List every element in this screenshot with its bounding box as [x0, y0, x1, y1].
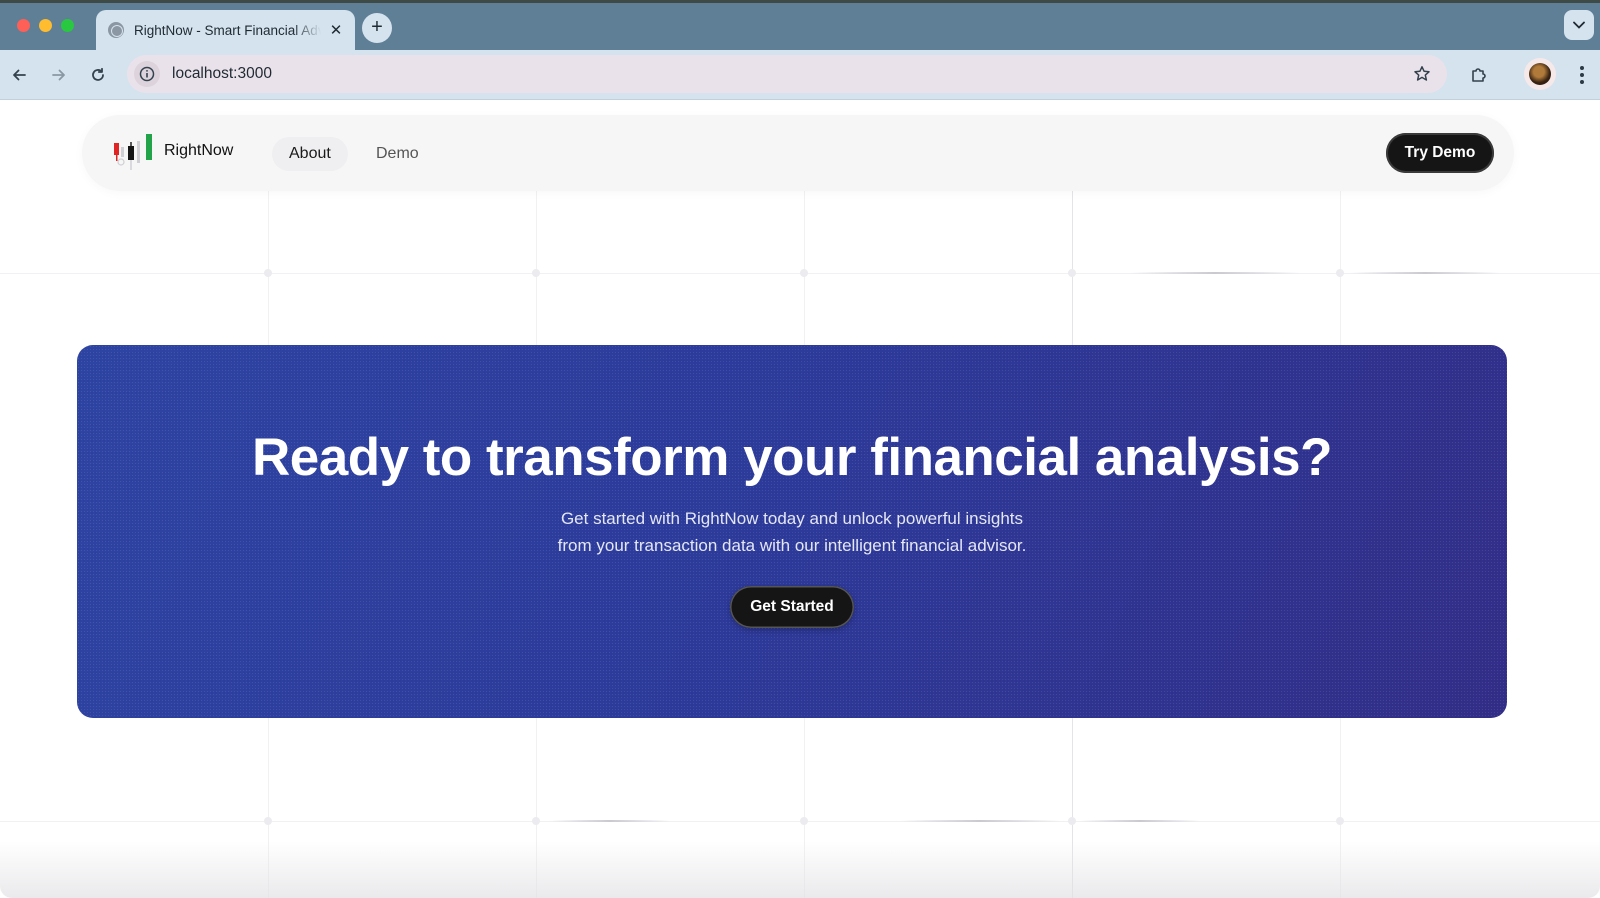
arrow-right-icon	[52, 69, 65, 81]
profile-avatar[interactable]	[1524, 58, 1556, 90]
window-top-edge	[0, 0, 1600, 3]
tab-title: RightNow - Smart Financial Advisor	[134, 22, 321, 38]
puzzle-icon	[1472, 68, 1486, 82]
forward-button[interactable]	[48, 64, 70, 86]
window-close-button[interactable]	[17, 19, 30, 32]
browser-tab-bar: RightNow - Smart Financial Advisor ✕ +	[0, 0, 1600, 50]
window-maximize-button[interactable]	[61, 19, 74, 32]
nav-link-demo[interactable]: Demo	[376, 137, 419, 171]
browser-toolbar: localhost:3000	[0, 50, 1600, 100]
cta-subtitle-line-1: Get started with RightNow today and unlo…	[560, 509, 1024, 528]
chevron-down-icon	[1573, 21, 1585, 29]
extensions-button[interactable]	[1467, 63, 1491, 87]
cta-title: Ready to transform your financial analys…	[251, 428, 1333, 487]
arrow-left-icon	[13, 69, 26, 81]
reload-button[interactable]	[87, 64, 109, 86]
tab-search-button[interactable]	[1564, 10, 1594, 40]
back-button[interactable]	[8, 64, 30, 86]
reload-icon	[92, 67, 104, 81]
bookmark-star-icon[interactable]	[1413, 65, 1431, 83]
url-text[interactable]: localhost:3000	[172, 65, 1413, 83]
browser-tab-active[interactable]: RightNow - Smart Financial Advisor ✕	[96, 10, 355, 50]
globe-icon	[108, 22, 124, 38]
brand-name[interactable]: RightNow	[164, 142, 233, 160]
close-icon[interactable]: ✕	[327, 21, 345, 39]
nav-link-about[interactable]: About	[272, 137, 348, 171]
cta-subtitle-line-2: from your transaction data with our inte…	[557, 536, 1027, 555]
page-bottom-shadow	[0, 841, 1600, 898]
try-demo-button[interactable]: Try Demo	[1386, 133, 1494, 173]
page-viewport: RightNow About Demo Try Demo Ready to tr…	[0, 101, 1600, 898]
cta-subtitle: Get started with RightNow today and unlo…	[492, 505, 1092, 559]
browser-menu-button[interactable]	[1572, 63, 1592, 87]
get-started-button[interactable]: Get Started	[730, 586, 854, 628]
new-tab-button[interactable]: +	[362, 13, 392, 43]
avatar-image	[1529, 63, 1551, 85]
rightnow-logo[interactable]	[112, 133, 156, 173]
cta-section: Ready to transform your financial analys…	[77, 345, 1507, 718]
address-bar[interactable]: localhost:3000	[127, 55, 1447, 93]
site-header: RightNow About Demo Try Demo	[82, 115, 1514, 191]
site-info-icon[interactable]	[134, 61, 160, 87]
info-icon	[139, 66, 155, 82]
window-minimize-button[interactable]	[39, 19, 52, 32]
